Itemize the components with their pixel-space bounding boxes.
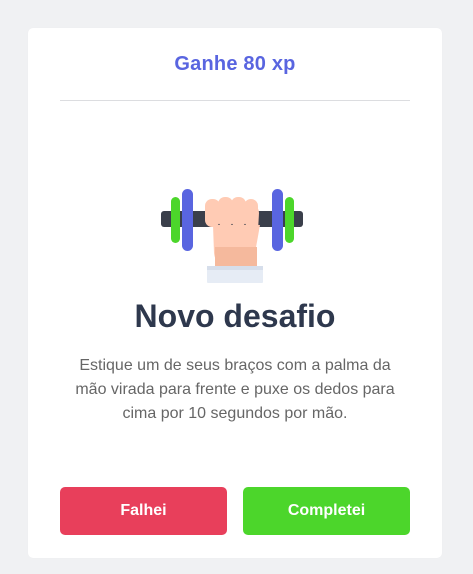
failed-button[interactable]: Falhei [60,487,227,535]
challenge-title: Novo desafio [134,298,336,334]
challenge-header: Ganhe 80 xp [60,28,410,101]
xp-reward-label: Ganhe 80 xp [174,52,296,75]
completed-button[interactable]: Completei [243,487,410,535]
challenge-description: Estique um de seus braços com a palma da… [75,357,395,422]
challenge-card: Ganhe 80 xp Novo desafio Estique um de s… [28,28,442,558]
dumbbell-hand-icon [159,153,311,283]
